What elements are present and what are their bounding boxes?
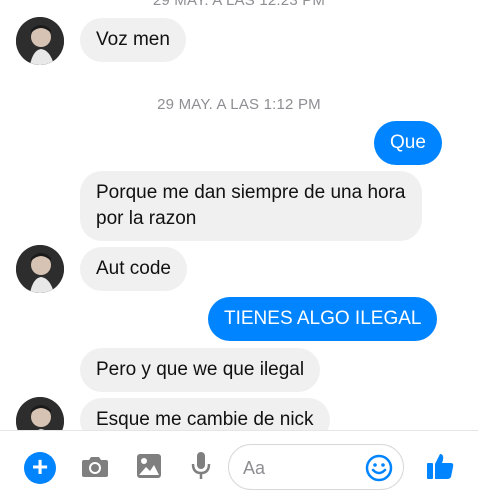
- avatar-photo-icon: [16, 245, 64, 293]
- contact-avatar[interactable]: [16, 17, 64, 65]
- timestamp-top: 29 MAY. A LAS 12:23 PM: [152, 0, 326, 9]
- avatar-photo-icon: [16, 17, 64, 65]
- message-input[interactable]: [243, 455, 363, 481]
- camera-icon[interactable]: [78, 431, 112, 500]
- thumbs-up-icon[interactable]: [422, 431, 458, 500]
- message-bubble-incoming[interactable]: Porque me dan siempre de una hora por la…: [80, 171, 422, 241]
- avatar-photo-icon: [16, 397, 64, 430]
- plus-icon[interactable]: +: [24, 452, 56, 484]
- contact-avatar[interactable]: [16, 397, 64, 430]
- conversation-thread: 29 MAY. A LAS 12:23 PM Voz men 29 MAY. A…: [0, 0, 478, 430]
- message-bubble-outgoing[interactable]: Que: [374, 121, 442, 165]
- contact-avatar[interactable]: [16, 245, 64, 293]
- message-composer: +: [0, 430, 478, 500]
- message-bubble-incoming[interactable]: Pero y que we que ilegal: [80, 348, 321, 392]
- timestamp-middle: 29 MAY. A LAS 1:12 PM: [157, 96, 321, 113]
- image-icon[interactable]: [132, 431, 166, 500]
- message-bubble-incoming[interactable]: Aut code: [80, 247, 187, 291]
- microphone-icon[interactable]: [186, 431, 216, 500]
- message-bubble-incoming[interactable]: Voz men: [80, 18, 186, 62]
- message-bubble-incoming[interactable]: Esque me cambie de nick: [80, 398, 330, 430]
- message-input-container[interactable]: [228, 444, 404, 490]
- emoji-icon[interactable]: [365, 454, 393, 482]
- message-bubble-outgoing[interactable]: TIENES ALGO ILEGAL: [208, 297, 438, 341]
